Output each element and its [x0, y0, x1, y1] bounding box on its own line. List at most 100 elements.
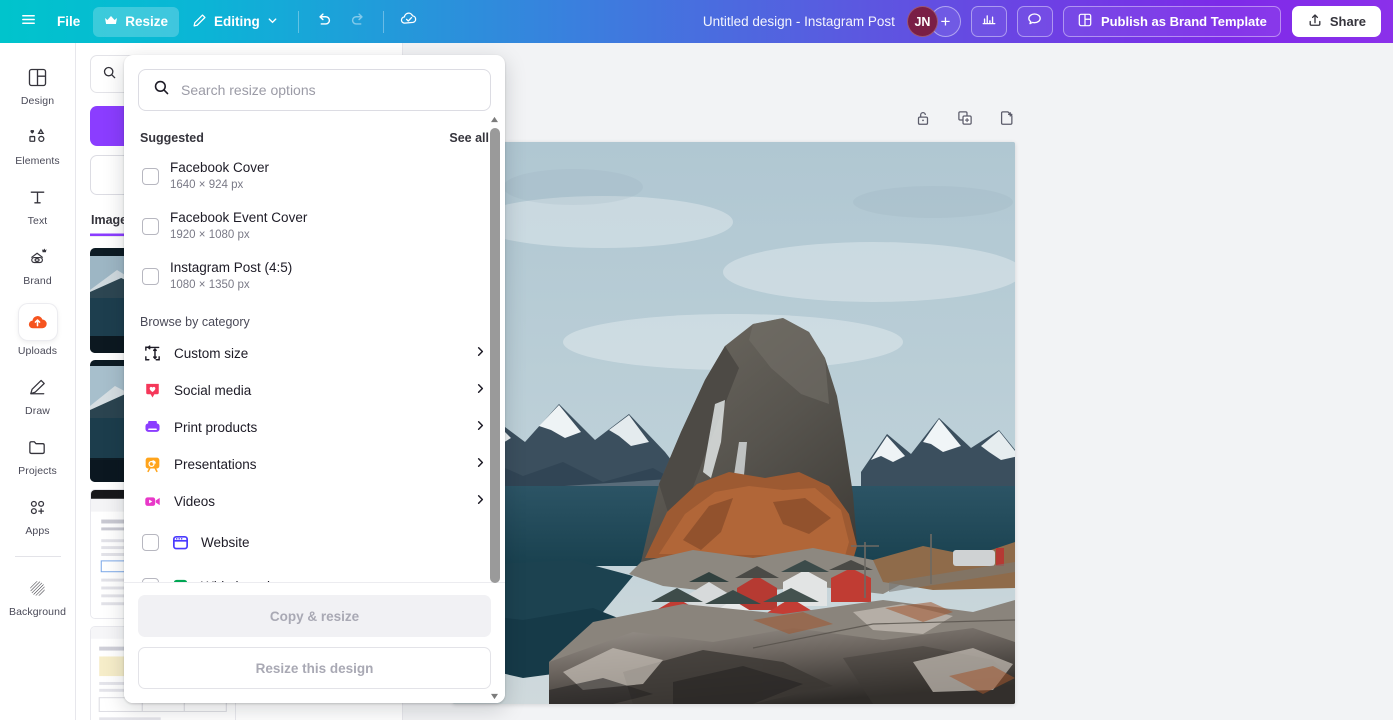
- publish-brand-template-button[interactable]: Publish as Brand Template: [1062, 6, 1281, 37]
- resize-option-row[interactable]: Facebook Cover 1640 × 924 px: [138, 151, 491, 201]
- browse-title: Browse by category: [140, 315, 250, 329]
- checkbox[interactable]: [142, 533, 159, 551]
- cloud-save-status-button[interactable]: [393, 7, 425, 37]
- redo-arrow-icon: [349, 10, 367, 33]
- resize-options-scroll-region: Suggested See all Facebook Cover 1640 × …: [124, 117, 505, 582]
- resize-label: Resize: [125, 14, 169, 29]
- share-button[interactable]: Share: [1291, 6, 1381, 37]
- editing-mode-button[interactable]: Editing: [181, 7, 289, 37]
- sidebar-item-uploads[interactable]: Uploads: [6, 297, 70, 362]
- sidebar-label: Background: [8, 606, 67, 618]
- website-window-icon: [170, 532, 190, 552]
- category-whiteboard[interactable]: Whiteboard: [138, 564, 491, 582]
- category-label: Print products: [174, 420, 258, 435]
- copy-and-resize-button[interactable]: Copy & resize: [138, 595, 491, 637]
- cloud-saved-icon: [399, 9, 419, 34]
- hamburger-menu-button[interactable]: [12, 7, 44, 37]
- resize-option-dimensions: 1640 × 924 px: [170, 179, 244, 191]
- page-toolbar: [908, 105, 1022, 135]
- canvas-photo: [453, 142, 1015, 704]
- add-page-button[interactable]: [992, 105, 1022, 135]
- category-label: Whiteboard: [201, 579, 487, 583]
- editing-label: Editing: [214, 14, 260, 29]
- collaborators-group: JN +: [906, 6, 961, 37]
- see-all-link[interactable]: See all: [449, 131, 489, 145]
- apps-grid-icon: [25, 494, 51, 520]
- sidebar-item-brand[interactable]: Brand: [6, 237, 70, 292]
- share-label: Share: [1329, 14, 1366, 29]
- resize-search-input[interactable]: [181, 82, 476, 98]
- print-products-icon: [142, 418, 162, 438]
- publish-label: Publish as Brand Template: [1100, 14, 1267, 29]
- checkbox[interactable]: [142, 577, 159, 582]
- sidebar-label: Text: [27, 215, 48, 227]
- category-social-media[interactable]: Social media: [138, 372, 491, 409]
- sidebar-label: Design: [20, 95, 55, 107]
- category-label: Videos: [174, 494, 216, 509]
- sidebar-label: Apps: [25, 525, 50, 537]
- resize-button[interactable]: Resize: [93, 6, 180, 37]
- category-videos[interactable]: Videos: [138, 483, 491, 520]
- sidebar-item-design[interactable]: Design: [6, 57, 70, 112]
- hamburger-icon: [20, 11, 37, 33]
- scroll-down-arrow-icon[interactable]: [487, 690, 502, 703]
- resize-this-design-button[interactable]: Resize this design: [138, 647, 491, 689]
- suggested-title: Suggested: [140, 131, 204, 145]
- whiteboard-icon: [170, 576, 190, 582]
- redo-button[interactable]: [342, 7, 374, 37]
- text-t-icon: [25, 184, 51, 210]
- duplicate-page-button[interactable]: [950, 105, 980, 135]
- sidebar-item-draw[interactable]: Draw: [6, 367, 70, 422]
- checkbox[interactable]: [142, 217, 159, 235]
- comment-bubble-icon: [1026, 11, 1043, 33]
- resize-option-dimensions: 1920 × 1080 px: [170, 229, 250, 241]
- canva-editor-window: File Resize Editing Untitled design - In…: [0, 0, 1393, 720]
- scroll-up-arrow-icon[interactable]: [487, 113, 502, 126]
- category-website[interactable]: Website: [138, 520, 491, 564]
- resize-option-name: Instagram Post (4:5): [170, 260, 293, 275]
- sidebar-item-projects[interactable]: Projects: [6, 427, 70, 482]
- design-layout-icon: [25, 64, 51, 90]
- design-page-canvas[interactable]: [453, 142, 1015, 704]
- scrollbar-thumb[interactable]: [489, 128, 500, 583]
- chevron-right-icon: [474, 419, 487, 437]
- lock-page-button[interactable]: [908, 105, 938, 135]
- sidebar-divider: [14, 556, 61, 557]
- comments-button[interactable]: [1016, 6, 1053, 37]
- resize-dropdown-panel: Suggested See all Facebook Cover 1640 × …: [124, 55, 505, 703]
- resize-search-box[interactable]: [138, 69, 491, 111]
- chevron-right-icon: [474, 493, 487, 511]
- sidebar-label: Projects: [18, 465, 57, 477]
- category-label: Presentations: [174, 457, 257, 472]
- category-print-products[interactable]: Print products: [138, 409, 491, 446]
- category-custom-size[interactable]: Custom size: [138, 335, 491, 372]
- sidebar-label: Brand: [23, 275, 52, 287]
- resize-panel-scrollbar[interactable]: [487, 113, 502, 703]
- chevron-right-icon: [474, 382, 487, 400]
- elements-shapes-icon: [25, 124, 51, 150]
- scrollbar-track[interactable]: [487, 126, 502, 690]
- checkbox[interactable]: [142, 267, 159, 285]
- sidebar-item-text[interactable]: Text: [6, 177, 70, 232]
- resize-option-row[interactable]: Facebook Event Cover 1920 × 1080 px: [138, 201, 491, 251]
- share-upload-icon: [1307, 12, 1323, 31]
- checkbox[interactable]: [142, 167, 159, 185]
- sidebar-item-background[interactable]: Background: [6, 568, 70, 623]
- document-title[interactable]: Untitled design - Instagram Post: [693, 14, 905, 29]
- lock-open-icon: [914, 109, 932, 132]
- category-presentations[interactable]: Presentations: [138, 446, 491, 483]
- presentation-icon: [142, 455, 162, 475]
- avatar[interactable]: JN: [906, 6, 938, 37]
- canvas-workspace: [403, 43, 1393, 720]
- resize-option-dimensions: 1080 × 1350 px: [170, 279, 250, 291]
- insights-button[interactable]: [970, 6, 1007, 37]
- top-toolbar: File Resize Editing Untitled design - In…: [0, 0, 1393, 43]
- resize-option-text: Facebook Event Cover 1920 × 1080 px: [170, 209, 307, 243]
- sidebar-item-elements[interactable]: Elements: [6, 117, 70, 172]
- sidebar-item-apps[interactable]: Apps: [6, 487, 70, 542]
- toolbar-divider-1: [297, 10, 299, 33]
- undo-button[interactable]: [308, 7, 340, 37]
- folder-icon: [25, 434, 51, 460]
- file-menu-button[interactable]: File: [46, 7, 91, 37]
- resize-option-row[interactable]: Instagram Post (4:5) 1080 × 1350 px: [138, 251, 491, 301]
